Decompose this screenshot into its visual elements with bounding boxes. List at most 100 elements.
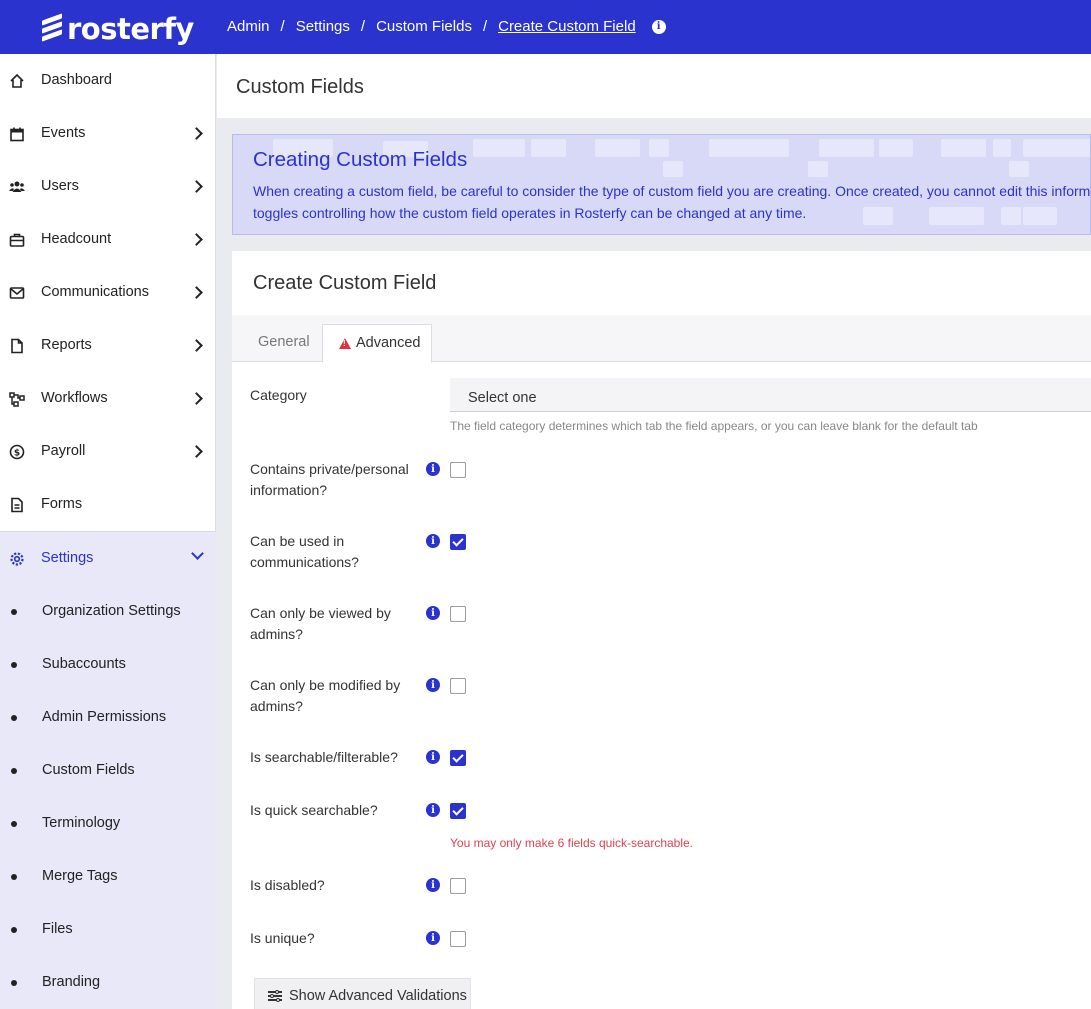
tab-advanced-label: Advanced (356, 335, 421, 351)
sidebar-item-workflows[interactable]: Workflows (0, 372, 216, 425)
info-icon[interactable]: i (426, 678, 440, 692)
breadcrumb-custom-fields[interactable]: Custom Fields (376, 18, 472, 35)
sidebar-item-events[interactable]: Events (0, 107, 216, 160)
option-label-searchable: Is searchable/filterable? (250, 749, 398, 765)
banner-pattern (879, 139, 913, 157)
banner-pattern (473, 139, 525, 157)
bullet-icon (11, 874, 17, 880)
sidebar-item-label: Payroll (41, 443, 86, 459)
breadcrumb-admin[interactable]: Admin (227, 18, 270, 35)
option-label-modified-by-admins: Can only be modified by admins? (250, 677, 401, 714)
checkbox-disabled[interactable] (450, 878, 466, 894)
checkbox-modified-by-admins[interactable] (450, 678, 466, 694)
sidebar-item-reports[interactable]: Reports (0, 319, 216, 372)
sidebar-item-forms[interactable]: Forms (0, 478, 216, 531)
info-icon[interactable]: i (426, 606, 440, 620)
warning-icon (339, 338, 351, 349)
breadcrumb-separator: / (482, 18, 488, 35)
option-label-communications: Can be used in communications? (250, 533, 359, 570)
info-icon[interactable]: i (426, 803, 440, 817)
sidebar-item-label: Dashboard (41, 72, 112, 88)
rosterfy-logo[interactable]: rosterfy (42, 12, 194, 46)
show-advanced-validations-label: Show Advanced Validations (289, 988, 467, 1004)
info-icon[interactable]: i (426, 750, 440, 764)
info-icon[interactable]: i (426, 931, 440, 945)
category-help-text: The field category determines which tab … (450, 419, 978, 433)
sidebar-item-users[interactable]: Users (0, 160, 216, 213)
sidebar-subitem-label: Branding (42, 974, 101, 990)
checkbox-private-info[interactable] (450, 462, 466, 478)
page-header: Custom Fields (217, 54, 1091, 118)
sidebar: Dashboard Events Users Headcount Communi… (0, 54, 216, 1009)
tab-advanced[interactable]: Advanced (322, 324, 432, 363)
info-icon[interactable]: i (426, 534, 440, 548)
info-icon[interactable]: i (651, 19, 666, 34)
document-icon (11, 497, 23, 513)
checkbox-searchable[interactable] (450, 750, 466, 766)
info-icon[interactable]: i (426, 878, 440, 892)
bullet-icon (11, 980, 17, 986)
breadcrumb-separator: / (280, 18, 285, 35)
option-label-unique: Is unique? (250, 930, 315, 946)
banner-pattern (531, 139, 566, 157)
sidebar-subitem-label: Admin Permissions (42, 709, 167, 725)
breadcrumb-create-custom-field[interactable]: Create Custom Field (498, 18, 636, 35)
banner-pattern (1009, 161, 1029, 177)
chevron-right-icon (190, 233, 203, 246)
info-icon[interactable]: i (426, 462, 440, 476)
banner-pattern (595, 139, 640, 157)
banner-pattern (1023, 139, 1090, 157)
chevron-right-icon (190, 180, 203, 193)
logo-icon (42, 13, 62, 44)
chevron-right-icon (190, 392, 203, 405)
sidebar-item-label: Events (41, 125, 86, 141)
banner-pattern (709, 139, 789, 157)
checkbox-unique[interactable] (450, 931, 466, 947)
sidebar-subitem-label: Custom Fields (42, 762, 135, 778)
home-icon (10, 73, 24, 88)
sidebar-subitem-custom-fields[interactable]: Custom Fields (0, 744, 216, 797)
sidebar-subitem-organization-settings[interactable]: Organization Settings (0, 585, 216, 638)
svg-text:$: $ (14, 449, 20, 459)
sidebar-subitem-terminology[interactable]: Terminology (0, 797, 216, 850)
sidebar-item-label: Reports (41, 337, 92, 353)
checkbox-viewed-by-admins[interactable] (450, 606, 466, 622)
sidebar-subitem-files[interactable]: Files (0, 903, 216, 956)
chevron-down-icon (191, 547, 204, 560)
sidebar-item-label: Settings (41, 550, 94, 566)
category-label: Category (250, 387, 307, 403)
bullet-icon (11, 609, 17, 615)
sidebar-subitem-admin-permissions[interactable]: Admin Permissions (0, 691, 216, 744)
category-select[interactable]: Select one (450, 378, 1091, 412)
page-title: Custom Fields (236, 76, 364, 98)
bullet-icon (11, 768, 17, 774)
sidebar-item-dashboard[interactable]: Dashboard (0, 54, 216, 107)
tab-general[interactable]: General (258, 324, 310, 362)
show-advanced-validations-button[interactable]: Show Advanced Validations (254, 978, 471, 1009)
sidebar-item-headcount[interactable]: Headcount (0, 213, 216, 266)
sidebar-item-settings[interactable]: Settings (0, 532, 216, 585)
quick-searchable-error: You may only make 6 fields quick-searcha… (450, 836, 694, 850)
workflow-icon (9, 392, 25, 407)
checkbox-communications[interactable] (450, 534, 466, 550)
banner-text: When creating a custom field, be careful… (253, 180, 1090, 224)
banner-pattern (663, 161, 683, 177)
breadcrumb-settings[interactable]: Settings (296, 18, 350, 35)
banner-pattern (993, 139, 1011, 157)
sidebar-item-label: Headcount (41, 231, 112, 247)
sidebar-item-label: Users (41, 178, 79, 194)
sidebar-item-communications[interactable]: Communications (0, 266, 216, 319)
sidebar-subitem-label: Organization Settings (42, 603, 181, 619)
sidebar-item-label: Workflows (41, 390, 108, 406)
settings-section: Settings Organization Settings Subaccoun… (0, 531, 216, 1009)
file-icon (11, 338, 23, 354)
sidebar-subitem-merge-tags[interactable]: Merge Tags (0, 850, 216, 903)
top-bar: rosterfy Admin / Settings / Custom Field… (0, 0, 1091, 54)
sidebar-subitem-branding[interactable]: Branding (0, 956, 216, 1009)
sidebar-item-payroll[interactable]: $ Payroll (0, 425, 216, 478)
sidebar-subitem-subaccounts[interactable]: Subaccounts (0, 638, 216, 691)
sidebar-subitem-label: Merge Tags (42, 868, 118, 884)
bullet-icon (11, 927, 17, 933)
checkbox-quick-searchable[interactable] (450, 803, 466, 819)
bullet-icon (11, 715, 17, 721)
